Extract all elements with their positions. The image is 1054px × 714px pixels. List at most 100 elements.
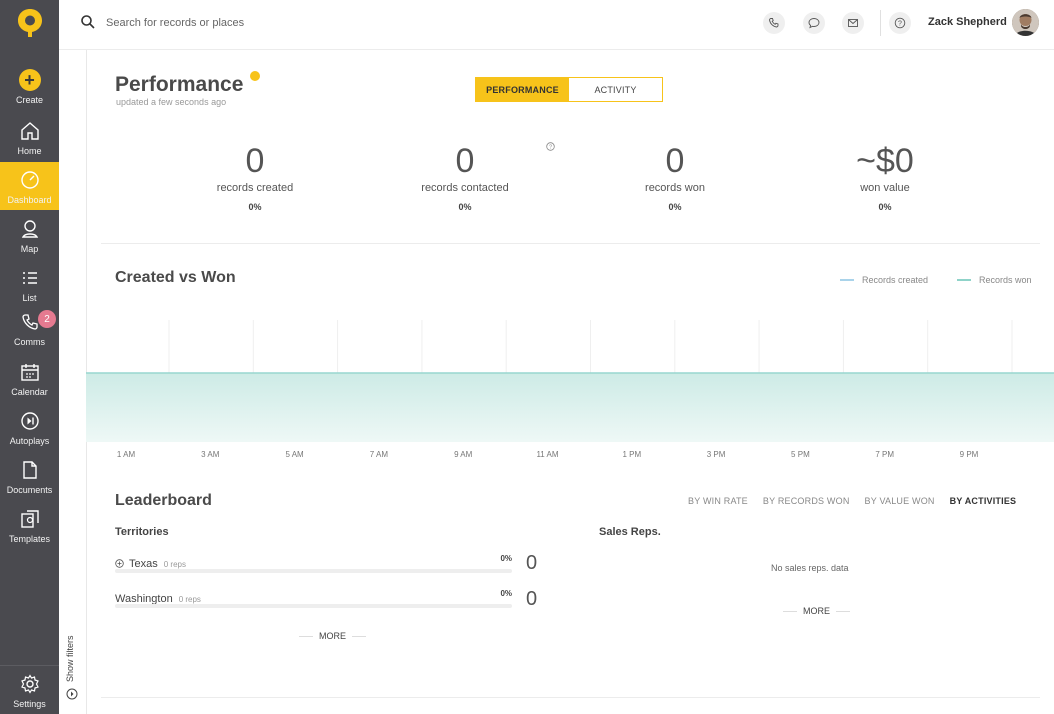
x-tick-label: 7 AM: [369, 450, 389, 459]
expand-plus-icon[interactable]: [115, 559, 124, 568]
tab-by-value-won[interactable]: BY VALUE WON: [865, 496, 935, 506]
stat-percent: 0%: [458, 202, 472, 212]
sidebar: + Create Home Dashboard Map List Comms 2…: [0, 0, 59, 714]
legend-swatch: [957, 279, 971, 281]
sidebar-item-home[interactable]: Home: [0, 113, 59, 161]
sidebar-item-settings[interactable]: Settings: [0, 666, 59, 714]
sidebar-item-templates[interactable]: Templates: [0, 501, 59, 549]
created-vs-won-chart: [86, 320, 1054, 442]
app-logo-icon[interactable]: [17, 8, 43, 38]
stat-label: won value: [860, 182, 910, 194]
x-tick-label: 3 AM: [201, 450, 220, 459]
sidebar-item-label: Documents: [6, 485, 53, 495]
territory-row-washington[interactable]: Washington 0 reps 0%: [115, 589, 512, 608]
stat-label: records won: [645, 182, 705, 194]
stat-label: records created: [216, 182, 294, 194]
sidebar-item-dashboard[interactable]: Dashboard: [0, 162, 59, 210]
document-icon: [22, 461, 37, 479]
tab-by-activities[interactable]: BY ACTIVITIES: [950, 496, 1017, 506]
page-title: Performance: [115, 73, 244, 96]
svg-text:?: ?: [549, 145, 552, 151]
series-area-records-won: [86, 373, 1054, 442]
sidebar-item-label: Settings: [13, 699, 46, 709]
section-divider: [101, 243, 1040, 244]
tab-by-win-rate[interactable]: BY WIN RATE: [688, 496, 748, 506]
sidebar-item-documents[interactable]: Documents: [0, 452, 59, 500]
stat-value: 0: [665, 142, 685, 180]
stat-percent: 0%: [878, 202, 892, 212]
sidebar-item-label: Autoplays: [9, 436, 50, 446]
show-filters-toggle[interactable]: Show filters: [65, 635, 75, 682]
x-tick-label: 5 PM: [791, 450, 810, 459]
tab-performance[interactable]: PERFORMANCE: [476, 78, 569, 101]
territory-reps: 0 reps: [178, 595, 201, 604]
svg-text:?: ?: [898, 20, 902, 27]
x-tick-label: 9 AM: [454, 450, 473, 459]
sidebar-item-create[interactable]: + Create: [0, 62, 59, 110]
gauge-icon: [20, 171, 39, 189]
sidebar-item-label: List: [22, 293, 37, 303]
territories-more-button[interactable]: MORE: [293, 631, 372, 641]
x-tick-label: 9 PM: [959, 450, 979, 459]
stat-percent: 0%: [248, 202, 262, 212]
territory-percent: 0%: [500, 554, 512, 563]
stat-won-value: ~$0 won value 0%: [800, 140, 970, 212]
email-button[interactable]: [842, 12, 864, 34]
refresh-icon[interactable]: [250, 71, 260, 81]
user-name[interactable]: Zack Shepherd: [928, 16, 1007, 28]
phone-icon: [769, 18, 779, 28]
stat-records-created: 0 records created 0%: [170, 140, 340, 212]
territory-bar: [115, 569, 512, 573]
chart-title: Created vs Won: [115, 269, 236, 286]
chat-button[interactable]: [803, 12, 825, 34]
x-tick-label: 1 PM: [622, 450, 642, 459]
territory-count: 0: [526, 552, 538, 574]
tab-activity[interactable]: ACTIVITY: [569, 78, 662, 101]
legend-label: Records won: [979, 275, 1032, 285]
stat-value: ~$0: [856, 142, 914, 180]
territory-count: 0: [526, 588, 538, 610]
sidebar-item-autoplays[interactable]: Autoplays: [0, 403, 59, 451]
sidebar-item-list[interactable]: List: [0, 260, 59, 308]
search-icon: [81, 15, 95, 29]
gear-icon: [20, 674, 39, 694]
sidebar-item-label: Map: [20, 244, 39, 254]
stat-records-contacted: 0 records contacted 0%: [380, 140, 550, 212]
leaderboard-tabs: BY WIN RATE BY RECORDS WON BY VALUE WON …: [673, 496, 1016, 506]
search-input[interactable]: [106, 14, 506, 32]
more-label: MORE: [803, 606, 830, 616]
updated-timestamp: updated a few seconds ago: [116, 97, 227, 107]
x-tick-label: 11 AM: [536, 450, 559, 459]
stat-label: records contacted: [421, 182, 509, 194]
x-tick-label: 5 AM: [285, 450, 304, 459]
reps-more-button[interactable]: MORE: [777, 606, 856, 616]
info-icon[interactable]: ?: [546, 142, 555, 151]
avatar[interactable]: [1012, 9, 1039, 36]
territory-percent: 0%: [500, 589, 512, 598]
tab-by-records-won[interactable]: BY RECORDS WON: [763, 496, 850, 506]
chat-bubble-icon: [808, 18, 820, 29]
filter-strip: [59, 50, 87, 714]
help-button[interactable]: ?: [889, 12, 911, 34]
list-icon: [22, 272, 37, 284]
x-tick-label: 1 AM: [116, 450, 136, 459]
territory-row-texas[interactable]: Texas 0 reps 0%: [115, 554, 512, 573]
legend-item-records-won[interactable]: Records won: [957, 275, 1032, 285]
phone-button[interactable]: [763, 12, 785, 34]
sidebar-item-map[interactable]: Map: [0, 211, 59, 259]
play-next-icon: [20, 412, 39, 430]
sidebar-item-calendar[interactable]: Calendar: [0, 354, 59, 402]
sidebar-item-label: Templates: [8, 534, 51, 544]
sidebar-item-label: Calendar: [11, 387, 48, 397]
sidebar-item-label: Home: [17, 146, 42, 156]
top-bar-divider: [880, 10, 881, 36]
templates-icon: [20, 510, 39, 528]
legend-item-records-created[interactable]: Records created: [840, 275, 928, 285]
mail-icon: [848, 19, 858, 27]
home-icon: [20, 122, 39, 140]
chevron-right-circle-icon[interactable]: [66, 688, 78, 700]
sidebar-item-label: Comms: [14, 337, 45, 347]
stat-percent: 0%: [668, 202, 682, 212]
leaderboard-title: Leaderboard: [115, 492, 212, 509]
x-tick-label: 3 PM: [706, 450, 726, 459]
